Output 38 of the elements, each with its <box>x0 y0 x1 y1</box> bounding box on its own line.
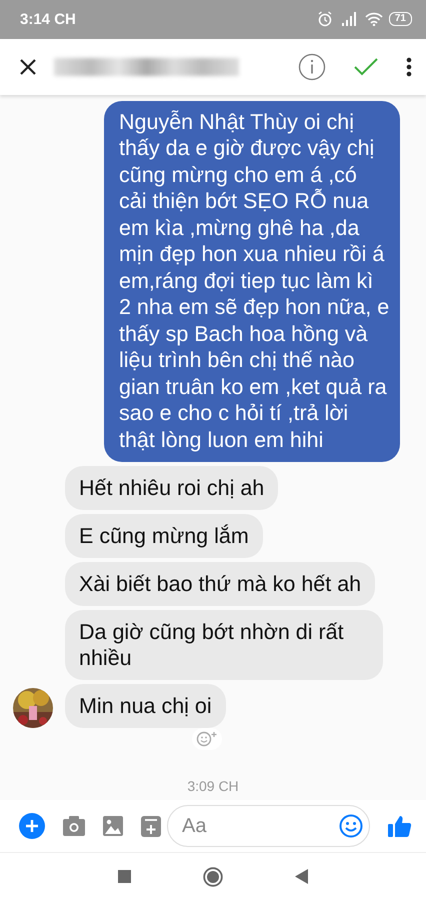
alarm-icon <box>316 11 333 28</box>
back-button[interactable] <box>295 869 308 884</box>
smiley-icon[interactable] <box>339 814 363 838</box>
like-button[interactable] <box>388 814 412 838</box>
close-icon <box>20 58 36 75</box>
info-button[interactable] <box>298 52 326 81</box>
camera-icon <box>63 816 85 836</box>
info-icon <box>298 52 326 81</box>
image-icon <box>103 816 123 836</box>
sticker-button[interactable] <box>141 816 161 837</box>
message-field[interactable]: Aa <box>167 805 370 848</box>
thumbs-up-icon <box>388 814 412 838</box>
message-timestamp: 3:09 CH <box>186 778 240 794</box>
add-button[interactable] <box>19 813 45 840</box>
more-button[interactable] <box>406 56 412 77</box>
close-button[interactable] <box>20 58 36 75</box>
sent-message: Nguyễn Nhật Thùy oi chị thấy da e giờ được vậy chị cũng mừng cho em á ,có cải thiện bớt SẸO RỖ nua em kìa ,mừng ghê ha ,da mịn đẹp hon xua nhieu rồi á em,ráng đợi tiep tục làm kì 2 nha em sẽ đẹp hon nữa, e thấy sp Bach hoa hồng và liệu trình bên chị thế nào gian truân ko em ,ket quả ra sao e cho c hỏi tí ,trả lời thật lòng luon em hihi <box>104 100 400 462</box>
received-message: Min nua chị oi <box>65 684 226 728</box>
check-button[interactable] <box>354 58 378 76</box>
camera-button[interactable] <box>63 816 85 836</box>
battery-level: 71 <box>388 12 412 26</box>
received-message: Xài biết bao thứ mà ko hết ah <box>65 562 376 606</box>
status-time: 3:14 CH <box>20 10 77 28</box>
smiley-plus-icon <box>196 731 218 747</box>
received-message: E cũng mừng lắm <box>65 514 263 558</box>
wifi-icon <box>364 12 383 26</box>
more-icon <box>406 56 412 77</box>
recents-button[interactable] <box>118 870 131 884</box>
received-message: Da giờ cũng bớt nhờn di rất nhiều <box>65 610 383 680</box>
add-reaction-button[interactable] <box>192 728 222 750</box>
check-icon <box>354 58 378 76</box>
gallery-button[interactable] <box>103 816 123 836</box>
document-plus-icon <box>141 816 161 837</box>
signal-icon <box>340 12 357 26</box>
plus-icon <box>19 813 45 840</box>
message-input-field[interactable]: Aa <box>180 814 339 839</box>
received-message: Hết nhiêu roi chị ah <box>65 466 278 510</box>
home-button[interactable] <box>203 866 223 887</box>
